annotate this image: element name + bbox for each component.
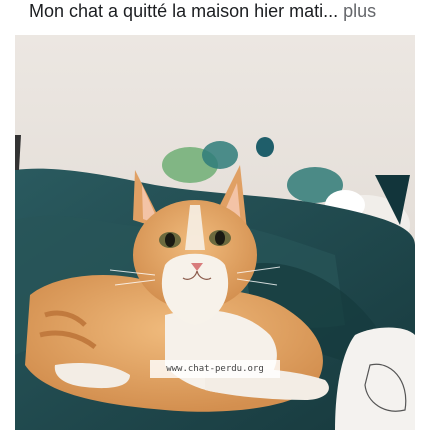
post-card: Mon chat a quitté la maison hier mati...… [0,0,430,430]
post-caption: Mon chat a quitté la maison hier mati...… [0,0,430,30]
caption-text: Mon chat a quitté la maison hier mati...… [29,0,376,22]
watermark-text: www.chat-perdu.org [150,360,280,378]
caption-body: Mon chat a quitté la maison hier mati... [29,1,339,21]
post-photo[interactable]: www.chat-perdu.org [15,35,415,430]
see-more-link[interactable]: plus [343,1,376,21]
